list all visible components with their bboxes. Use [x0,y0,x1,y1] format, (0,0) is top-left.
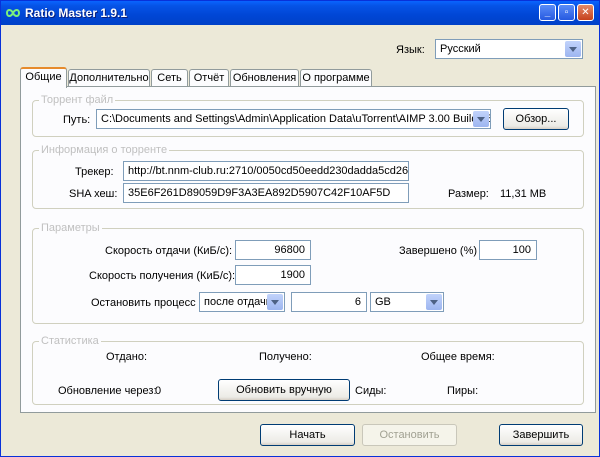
browse-button[interactable]: Обзор... [503,108,569,130]
stop-process-label: Остановить процесс [91,297,196,309]
main-window: Ratio Master 1.9.1 _ ▫ ✕ Язык: Русский О… [0,0,600,457]
title-bar[interactable]: Ratio Master 1.9.1 _ ▫ ✕ [1,1,599,25]
chevron-down-icon[interactable] [426,294,442,310]
chevron-down-icon[interactable] [473,111,489,127]
size-label: Размер: [448,188,489,200]
chevron-down-icon[interactable] [565,41,581,57]
stop-amount-field[interactable]: 6 [291,292,367,312]
stop-button[interactable]: Остановить [362,424,457,446]
total-time-label: Общее время: [421,351,495,363]
download-speed-field[interactable]: 1900 [235,265,311,285]
download-speed-label: Скорость получения (КиБ/с): [89,270,236,282]
completed-field[interactable]: 100 [479,240,537,260]
infinity-icon [6,9,20,17]
language-select[interactable]: Русский [435,39,583,59]
parameters-group-title: Параметры [39,222,102,234]
tab-general[interactable]: Общие [20,67,67,88]
update-in-value: 0 [155,385,162,397]
window-title: Ratio Master 1.9.1 [25,6,128,20]
language-label: Язык: [396,44,425,56]
minimize-button[interactable]: _ [539,4,556,21]
tab-report[interactable]: Отчёт [189,69,229,87]
stop-mode-select[interactable]: после отдачи [199,292,285,312]
completed-label: Завершено (%) [399,245,478,257]
received-label: Получено: [259,351,312,363]
tab-network[interactable]: Сеть [151,69,188,87]
sha-hash-field[interactable]: 35E6F261D89059D9F3A3EA892D5907C42F10AF5D [123,183,409,203]
start-button[interactable]: Начать [260,424,355,446]
upload-speed-label: Скорость отдачи (КиБ/с): [105,245,233,257]
restore-button[interactable]: ▫ [558,4,575,21]
torrent-info-group-title: Информация о торренте [39,144,170,156]
peers-label: Пиры: [447,385,479,397]
stop-unit-value: GB [375,296,391,308]
stop-unit-select[interactable]: GB [370,292,444,312]
tab-updates[interactable]: Обновления [230,69,299,87]
close-button[interactable]: ✕ [577,4,594,21]
update-in-label: Обновление через: [58,385,157,397]
statistics-group-title: Статистика [39,335,101,347]
language-value: Русский [440,43,481,55]
path-label: Путь: [63,114,91,126]
size-value: 11,31 MB [500,188,547,200]
finish-button[interactable]: Завершить [499,424,583,446]
seeds-label: Сиды: [355,385,387,397]
manual-update-button[interactable]: Обновить вручную [218,379,350,401]
tab-advanced[interactable]: Дополнительно [68,69,150,87]
tracker-field[interactable]: http://bt.nnm-club.ru:2710/0050cd50eedd2… [123,161,409,181]
tab-about[interactable]: О программе [300,69,372,87]
tab-panel-general: Торрент файл Путь: C:\Documents and Sett… [20,86,596,413]
torrent-file-group-title: Торрент файл [39,94,116,106]
chevron-down-icon[interactable] [267,294,283,310]
stop-mode-value: после отдачи [204,296,272,308]
sha-hash-label: SHA хеш: [69,188,118,200]
path-value: C:\Documents and Settings\Admin\Applicat… [101,113,491,125]
upload-speed-field[interactable]: 96800 [235,240,311,260]
path-select[interactable]: C:\Documents and Settings\Admin\Applicat… [96,109,491,129]
tracker-label: Трекер: [75,166,114,178]
sent-label: Отдано: [106,351,148,363]
